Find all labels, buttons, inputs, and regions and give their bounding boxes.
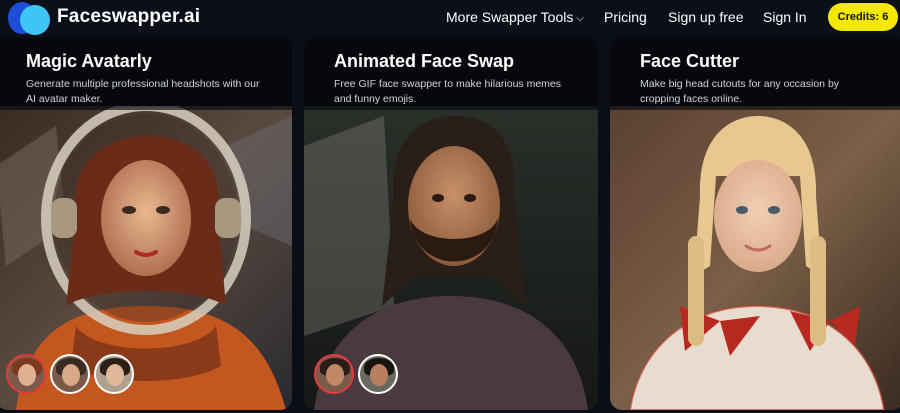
face-avatar-list xyxy=(6,354,134,394)
avatar-option[interactable] xyxy=(6,354,46,394)
card-title: Face Cutter xyxy=(640,51,740,71)
more-swapper-tools-menu[interactable]: More Swapper Tools ⌵ xyxy=(446,9,584,25)
faceswapper-logo-icon[interactable] xyxy=(8,2,50,36)
nav-signup-link[interactable]: Sign up free xyxy=(668,9,744,25)
card-face-cutter[interactable]: Face Cutter Make big head cutouts for an… xyxy=(610,38,900,410)
chevron-down-icon: ⌵ xyxy=(576,13,584,24)
card-header: Animated Face Swap Free GIF face swapper… xyxy=(304,38,598,110)
card-description: Make big head cutouts for any occasion b… xyxy=(640,78,840,105)
card-animated-face-swap[interactable]: Animated Face Swap Free GIF face swapper… xyxy=(304,38,598,410)
girl-portrait-image xyxy=(610,106,900,410)
avatar-option[interactable] xyxy=(94,354,134,394)
more-swapper-tools-label: More Swapper Tools xyxy=(446,9,574,25)
card-magic-avatarly[interactable]: Magic Avatarly Generate multiple profess… xyxy=(0,38,292,410)
card-description: Generate multiple professional headshots… xyxy=(26,78,260,105)
brand-name[interactable]: Faceswapper.ai xyxy=(57,6,200,28)
card-title: Animated Face Swap xyxy=(334,51,515,71)
face-avatar-list xyxy=(314,354,398,394)
avatar-option[interactable] xyxy=(314,354,354,394)
credits-badge[interactable]: Credits: 6 xyxy=(828,3,898,31)
top-navbar: Faceswapper.ai More Swapper Tools ⌵ Prici… xyxy=(0,0,900,36)
avatar-option[interactable] xyxy=(358,354,398,394)
card-description: Free GIF face swapper to make hilarious … xyxy=(334,78,562,105)
avatar-option[interactable] xyxy=(50,354,90,394)
card-header: Magic Avatarly Generate multiple profess… xyxy=(0,38,292,110)
card-header: Face Cutter Make big head cutouts for an… xyxy=(610,38,900,110)
nav-signin-link[interactable]: Sign In xyxy=(763,9,807,25)
card-title: Magic Avatarly xyxy=(26,51,152,71)
nav-pricing-link[interactable]: Pricing xyxy=(604,9,647,25)
